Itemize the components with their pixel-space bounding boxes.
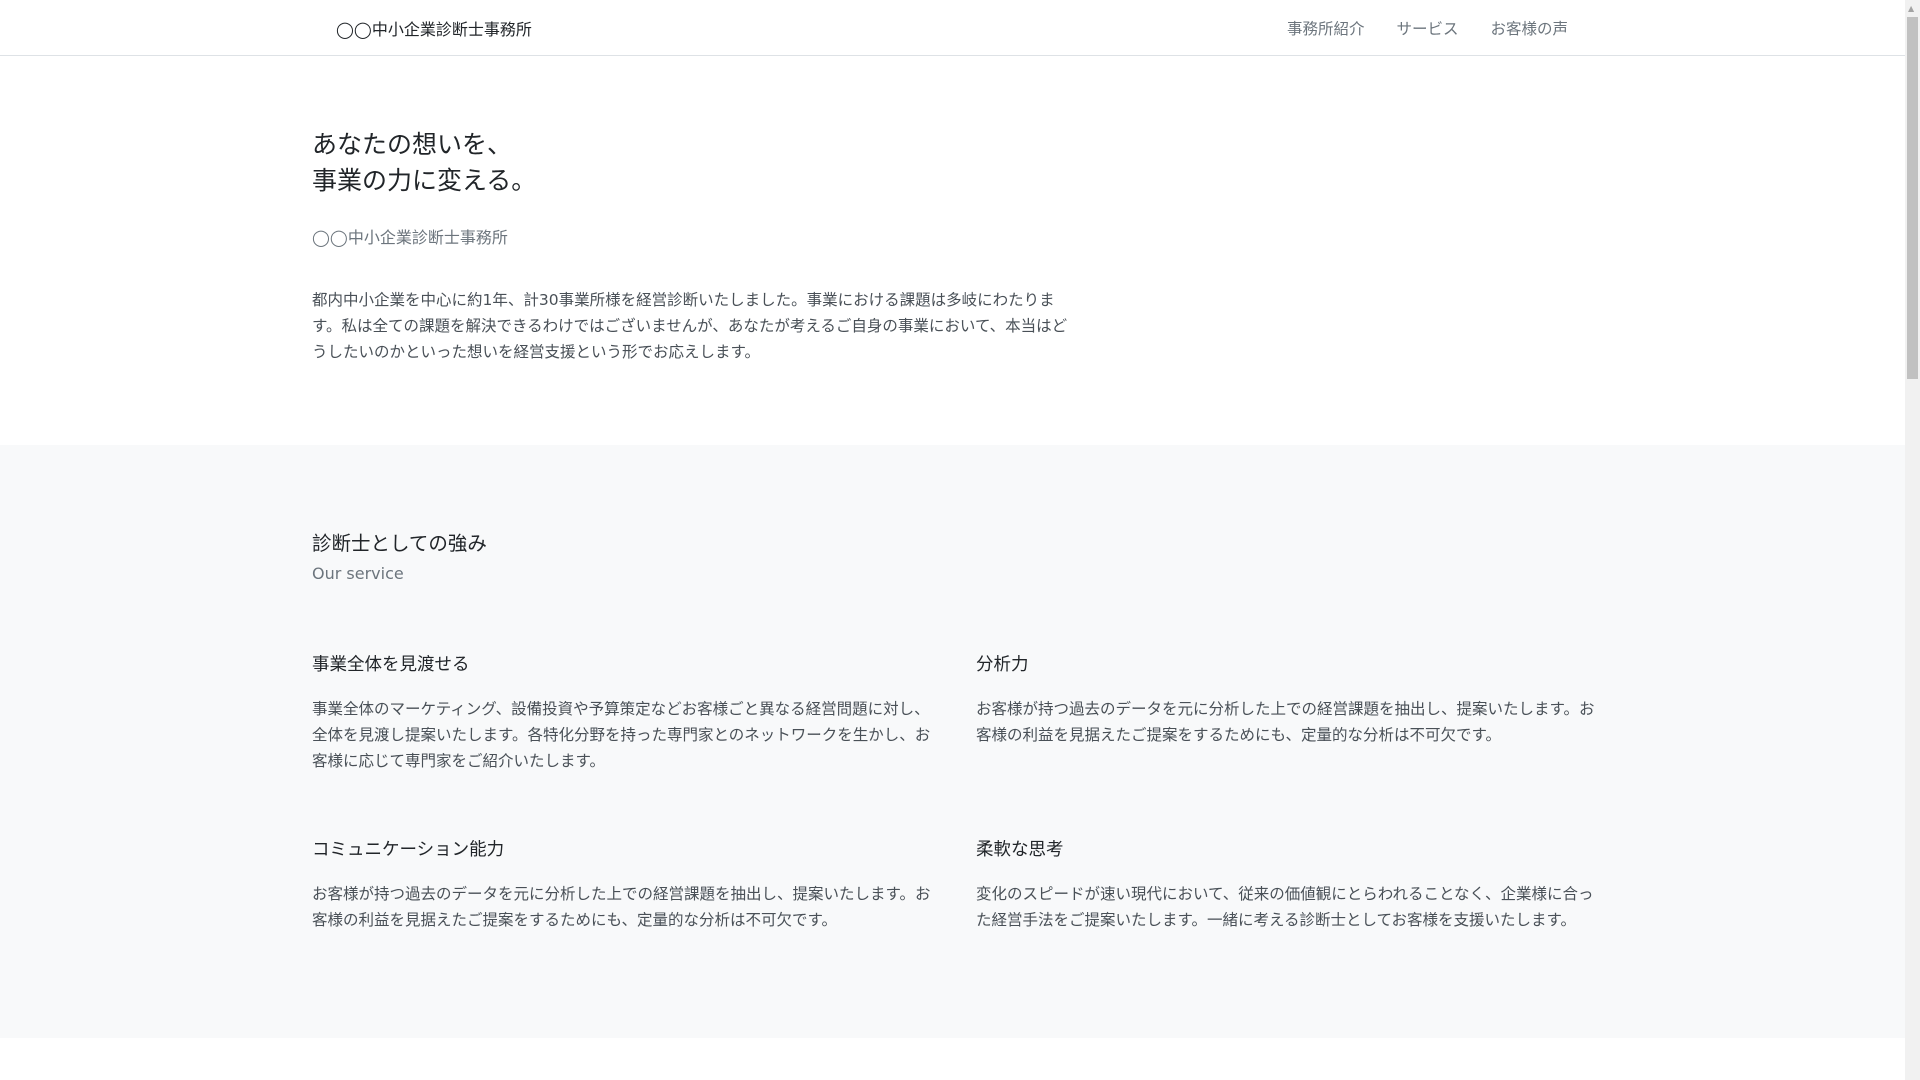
strength-title: 事業全体を見渡せる bbox=[312, 655, 470, 675]
strength-text: 変化のスピードが速い現代において、従来の価値観にとらわれることなく、企業様に合っ… bbox=[976, 885, 1594, 929]
strength-title: コミュニケーション能力 bbox=[312, 840, 505, 860]
hero-title: あなたの想いを、 事業の力に変える。 bbox=[312, 127, 536, 199]
brand-link[interactable]: ◯◯中小企業診断士事務所 bbox=[336, 16, 532, 40]
strength-card: 分析力 お客様が持つ過去のデータを元に分析した上での経営課題を抽出し、提案いたし… bbox=[976, 652, 1601, 748]
strengths-subtitle: Our service bbox=[312, 564, 404, 583]
hero-subtitle: ◯◯中小企業診断士事務所 bbox=[312, 228, 508, 247]
hero-title-line1: あなたの想いを、 bbox=[312, 130, 513, 159]
nav-link-about[interactable]: 事務所紹介 bbox=[1287, 17, 1365, 39]
hero-description: 都内中小企業を中心に約1年、計30事業所様を経営診断いたしました。事業における課… bbox=[312, 291, 1068, 361]
strength-text: 事業全体のマーケティング、設備投資や予算策定などお客様ごと異なる経営問題に対し、… bbox=[312, 700, 931, 770]
nav-link-services[interactable]: サービス bbox=[1396, 17, 1458, 39]
hero-title-line2: 事業の力に変える。 bbox=[312, 166, 537, 195]
nav-link-testimonials[interactable]: お客様の声 bbox=[1490, 17, 1568, 39]
strength-title: 柔軟な思考 bbox=[976, 840, 1064, 860]
strength-text: お客様が持つ過去のデータを元に分析した上での経営課題を抽出し、提案いたします。お… bbox=[312, 885, 931, 929]
scrollbar-thumb[interactable] bbox=[1907, 17, 1918, 379]
strengths-title: 診断士としての強み bbox=[312, 532, 487, 555]
strength-text: お客様が持つ過去のデータを元に分析した上での経営課題を抽出し、提案いたします。お… bbox=[976, 700, 1595, 744]
scroll-up-arrow-icon[interactable]: ▲ bbox=[1908, 4, 1914, 13]
strength-card: 事業全体を見渡せる 事業全体のマーケティング、設備投資や予算策定などお客様ごと異… bbox=[312, 652, 937, 774]
main-nav: 事務所紹介 サービス お客様の声 bbox=[1287, 17, 1568, 39]
page: ◯◯中小企業診断士事務所 事務所紹介 サービス お客様の声 あなたの想いを、 事… bbox=[0, 0, 1905, 1080]
vertical-scrollbar[interactable]: ▲ bbox=[1905, 0, 1920, 1080]
strength-card: コミュニケーション能力 お客様が持つ過去のデータを元に分析した上での経営課題を抽… bbox=[312, 837, 937, 933]
strength-title: 分析力 bbox=[976, 655, 1029, 675]
navbar: ◯◯中小企業診断士事務所 事務所紹介 サービス お客様の声 bbox=[0, 0, 1905, 56]
strength-card: 柔軟な思考 変化のスピードが速い現代において、従来の価値観にとらわれることなく、… bbox=[976, 837, 1601, 933]
strengths-section bbox=[0, 445, 1905, 1038]
